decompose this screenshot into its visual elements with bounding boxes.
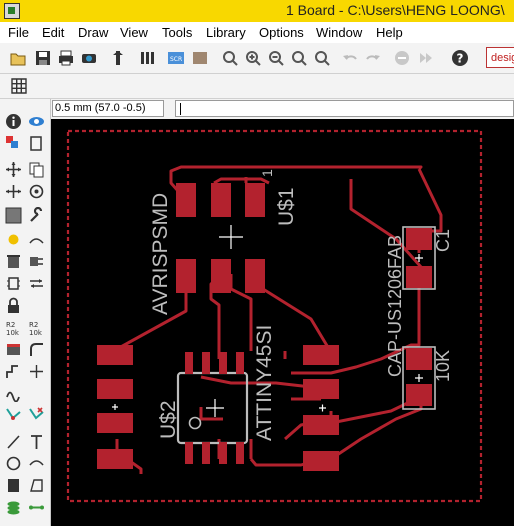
eagle-app-icon[interactable] [4,3,20,19]
svg-text:?: ? [457,52,464,66]
menu-options[interactable]: Options [259,25,304,40]
menu-window[interactable]: Window [316,25,362,40]
circle-icon[interactable] [3,453,23,473]
label-attiny45si: ATTINY45SI [253,325,276,441]
menu-tools[interactable]: Tools [162,25,192,40]
copy-icon[interactable] [26,159,46,179]
lock-icon[interactable] [3,295,23,315]
menu-view[interactable]: View [120,25,148,40]
add-icon[interactable] [3,251,23,271]
text-icon[interactable] [26,431,46,451]
design-link-button[interactable]: design [486,47,514,68]
r-10k-resistor [402,346,436,410]
label-u1: U$1 [275,187,298,226]
value-icon[interactable]: R2 10k [26,317,46,337]
zoom-select-icon[interactable] [312,48,332,68]
c1-capacitor [402,226,436,290]
mark-icon[interactable] [26,133,46,153]
layer-icon[interactable] [190,48,210,68]
title-bar: 1 Board - C:\Users\HENG LOONG\ [0,0,514,22]
paste-icon[interactable] [3,229,23,249]
zoom-fit-icon[interactable] [220,48,240,68]
grid-toolbar [0,74,514,99]
drc-icon[interactable]: SCR [166,48,186,68]
tool-palette: R2 10k R2 10k [0,99,51,526]
label-c1: C1 [433,229,453,252]
open-icon[interactable] [8,48,28,68]
wire-icon[interactable] [3,431,23,451]
label-cap-us1206fab: CAP-US1206FAB [385,235,405,377]
svg-text:R2: R2 [6,321,15,329]
main-toolbar: SCR ? design [0,43,514,74]
menu-file[interactable]: File [8,25,29,40]
command-bar: 0.5 mm (57.0 -0.5) [50,99,514,119]
mirror-icon[interactable] [3,181,23,201]
menu-bar: File Edit Draw View Tools Library Option… [0,22,514,44]
u2-origin-cross [112,404,118,410]
rotate-icon[interactable] [26,181,46,201]
label-u2: U$2 [157,400,180,439]
split-icon[interactable] [3,339,23,359]
board-canvas[interactable]: AVRISPSMD U$1 1 ATTINY45SI U$2 CAP-US120… [51,119,514,526]
help-icon[interactable]: ? [450,48,470,68]
miter-icon[interactable] [26,339,46,359]
change-icon[interactable] [26,205,46,225]
replace-arrows-icon[interactable] [26,273,46,293]
display-icon[interactable] [3,133,23,153]
stop-icon[interactable] [392,48,412,68]
print-icon[interactable] [56,48,76,68]
delete-icon[interactable] [26,229,46,249]
svg-text:10k: 10k [6,329,20,336]
right-origin-cross [319,404,326,412]
isp-header-pads [176,183,265,293]
menu-draw[interactable]: Draw [78,25,108,40]
route-icon[interactable] [3,383,23,403]
svg-text:10k: 10k [29,329,43,336]
label-pin1: 1 [259,169,275,177]
window-title: 1 Board - C:\Users\HENG LOONG\ [286,2,505,18]
cam-icon[interactable] [79,48,99,68]
zoom-redraw-icon[interactable] [289,48,309,68]
menu-help[interactable]: Help [376,25,403,40]
menu-library[interactable]: Library [206,25,246,40]
name-icon[interactable]: R2 10k [3,317,23,337]
via-icon[interactable] [3,497,23,517]
info-icon[interactable] [3,111,23,131]
show-icon[interactable] [26,111,46,131]
rect-icon[interactable] [3,475,23,495]
svg-text:R2: R2 [29,321,38,329]
isp-origin-cross [219,225,243,249]
route-add-icon[interactable] [26,361,46,381]
text-caret [180,103,181,115]
move-icon[interactable] [3,159,23,179]
pinswap-icon[interactable] [26,251,46,271]
label-avrispsmd: AVRISPSMD [149,193,172,315]
go-icon[interactable] [416,48,436,68]
save-icon[interactable] [33,48,53,68]
redo-icon[interactable] [363,48,383,68]
autorouter-icon[interactable] [26,403,46,423]
group-icon[interactable] [3,205,23,225]
ulp-icon[interactable] [137,48,157,68]
ripup-icon[interactable] [3,403,23,423]
label-10k: 10K [433,350,453,382]
replace-icon[interactable] [3,273,23,293]
zoom-in-icon[interactable] [243,48,263,68]
script-icon[interactable] [108,48,128,68]
menu-edit[interactable]: Edit [42,25,64,40]
optimize-icon[interactable] [3,361,23,381]
coordinate-display: 0.5 mm (57.0 -0.5) [52,100,164,117]
signal-icon[interactable] [26,497,46,517]
svg-text:SCR: SCR [170,56,182,63]
grid-icon[interactable] [9,76,29,96]
arc-icon[interactable] [26,453,46,473]
zoom-out-icon[interactable] [266,48,286,68]
command-input[interactable] [175,100,514,117]
undo-icon[interactable] [340,48,360,68]
polygon-icon[interactable] [26,475,46,495]
attiny-footprint [176,352,249,464]
